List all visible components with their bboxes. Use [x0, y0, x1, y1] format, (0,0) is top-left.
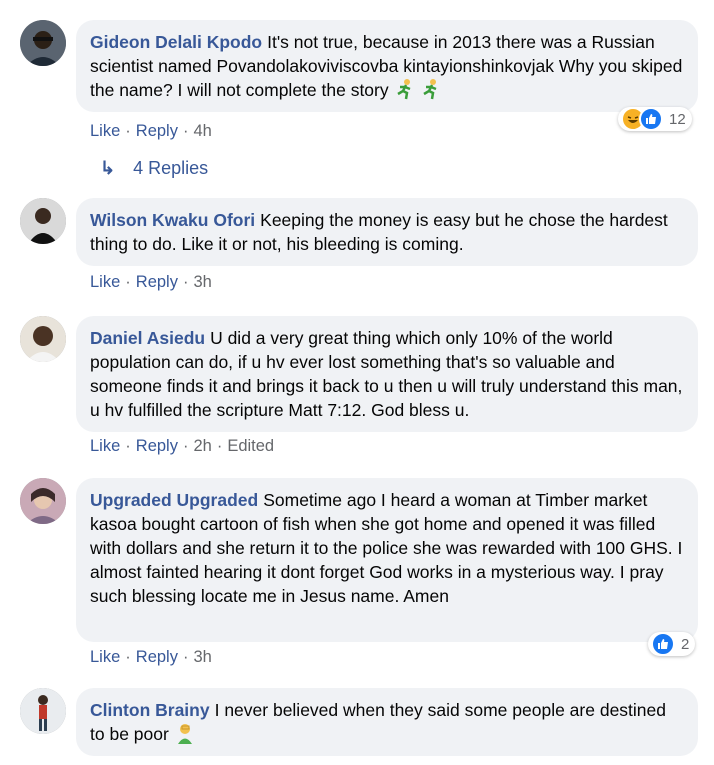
like-button[interactable]: Like — [90, 122, 120, 140]
reaction-count: 2 — [681, 635, 690, 653]
comment-author[interactable]: Wilson Kwaku Ofori — [90, 210, 255, 230]
comment-bubble: Upgraded Upgraded Sometime ago I heard a … — [76, 478, 698, 642]
comment-bubble: Wilson Kwaku Ofori Keeping the money is e… — [76, 198, 698, 266]
reply-button[interactable]: Reply — [136, 437, 178, 455]
reaction-summary[interactable]: 12 — [618, 107, 692, 131]
avatar[interactable] — [20, 20, 66, 66]
comment-author[interactable]: Daniel Asiedu — [90, 328, 205, 348]
like-button[interactable]: Like — [90, 437, 120, 455]
like-button[interactable]: Like — [90, 273, 120, 291]
reply-arrow-icon: ↳ — [100, 158, 116, 178]
comment-actions: Like · Reply · 3h — [90, 273, 212, 291]
timestamp[interactable]: 2h — [193, 437, 211, 455]
comment-author[interactable]: Gideon Delali Kpodo — [90, 32, 262, 52]
reply-button[interactable]: Reply — [136, 648, 178, 666]
comment-actions: Like · Reply · 2h · Edited — [90, 437, 275, 455]
comment-author[interactable]: Clinton Brainy — [90, 700, 210, 720]
timestamp[interactable]: 4h — [193, 122, 211, 140]
avatar[interactable] — [20, 316, 66, 362]
man-facepalming-emoji-icon — [174, 722, 196, 750]
running-man-emoji-icon — [420, 78, 442, 106]
like-button[interactable]: Like — [90, 648, 120, 666]
replies-count-label: 4 Replies — [133, 158, 209, 178]
reaction-summary[interactable]: 2 — [648, 632, 696, 656]
view-replies-link[interactable]: ↳ 4 Replies — [100, 158, 208, 179]
avatar[interactable] — [20, 478, 66, 524]
comment-author[interactable]: Upgraded Upgraded — [90, 490, 258, 510]
reaction-count: 12 — [669, 110, 686, 128]
comment-bubble: Gideon Delali Kpodo It's not true, becaus… — [76, 20, 698, 112]
like-icon — [651, 632, 675, 656]
timestamp[interactable]: 3h — [193, 648, 211, 666]
edited-label[interactable]: Edited — [227, 437, 274, 455]
avatar[interactable] — [20, 198, 66, 244]
avatar[interactable] — [20, 688, 66, 734]
comment-actions: Like · Reply · 4h — [90, 122, 212, 140]
comment-bubble: Daniel Asiedu U did a very great thing wh… — [76, 316, 698, 432]
reply-button[interactable]: Reply — [136, 122, 178, 140]
timestamp[interactable]: 3h — [193, 273, 211, 291]
running-man-emoji-icon — [394, 78, 416, 106]
comment-actions: Like · Reply · 3h — [90, 648, 212, 666]
comment-bubble: Clinton Brainy I never believed when they… — [76, 688, 698, 756]
like-icon — [639, 107, 663, 131]
reply-button[interactable]: Reply — [136, 273, 178, 291]
